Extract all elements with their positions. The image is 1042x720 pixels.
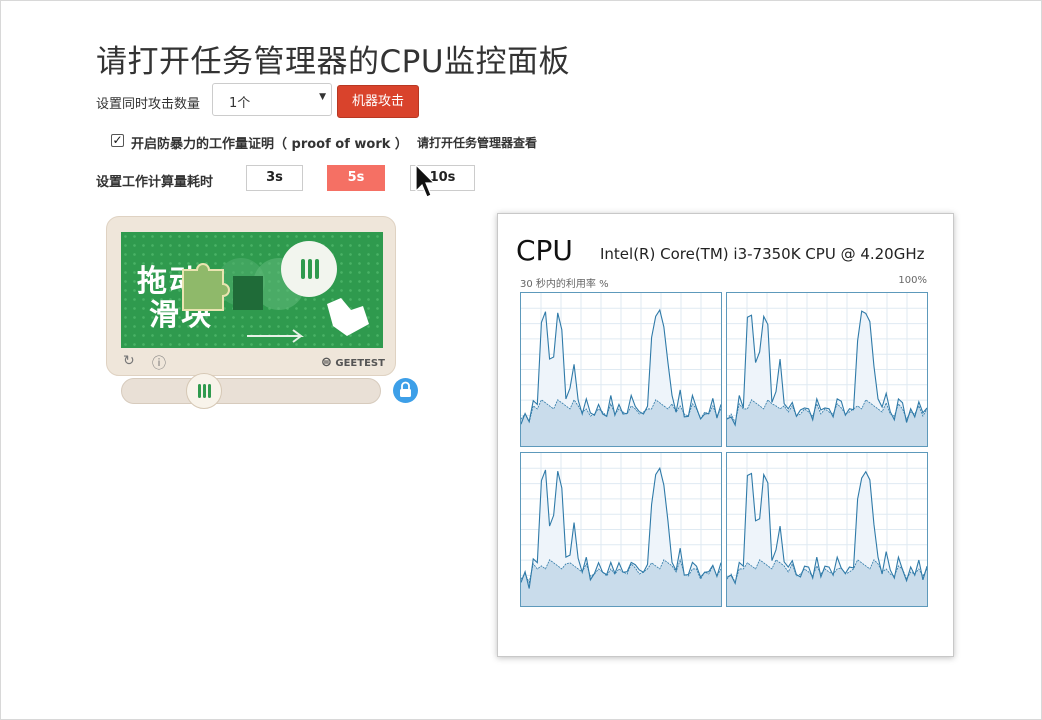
refresh-icon[interactable]: ↻ <box>123 353 135 369</box>
machine-attack-button[interactable]: 机器攻击 <box>337 85 419 118</box>
attack-count-select[interactable]: 1个 ▼ <box>212 83 332 116</box>
chevron-down-icon: ▼ <box>319 92 326 102</box>
geetest-mark-icon: ⊜ <box>321 355 332 370</box>
time-button-3s[interactable]: 3s <box>246 165 303 191</box>
cpu-core-graph-3 <box>520 452 722 607</box>
attack-count-value: 1个 <box>229 96 251 111</box>
geetest-brand: GEETEST <box>335 358 385 369</box>
slider-knob[interactable] <box>186 373 222 409</box>
cpu-title: CPU <box>516 234 573 267</box>
attack-count-label: 设置同时攻击数量 <box>96 97 201 112</box>
slider-track[interactable] <box>121 378 381 404</box>
grip-icon <box>198 384 211 398</box>
cpu-core-graph-2 <box>726 292 928 447</box>
slide-captcha: 拖动 滑块 ↻ ⓘ ⊜ GEETEST <box>106 216 396 376</box>
geetest-logo: ⊜ GEETEST <box>321 355 385 370</box>
task-manager-hint: 请打开任务管理器查看 <box>417 136 538 150</box>
lock-icon <box>393 378 418 403</box>
cpu-max-label: 100% <box>898 275 927 286</box>
puzzle-illustration <box>182 241 369 343</box>
page-title: 请打开任务管理器的CPU监控面板 <box>96 44 571 80</box>
proof-of-work-label: 开启防暴力的工作量证明（ proof of work ） <box>131 137 408 152</box>
cpu-model: Intel(R) Core(TM) i3-7350K CPU @ 4.20GHz <box>600 245 925 263</box>
cpu-core-graph-1 <box>520 292 722 447</box>
cpu-core-graph-4 <box>726 452 928 607</box>
info-icon[interactable]: ⓘ <box>152 353 166 373</box>
mouse-cursor-icon <box>415 163 436 198</box>
captcha-image: 拖动 滑块 <box>121 232 383 348</box>
cpu-utilization-caption: 30 秒内的利用率 % <box>520 279 609 290</box>
proof-of-work-checkbox[interactable]: ✓ <box>111 134 124 147</box>
time-button-5s[interactable]: 5s <box>327 165 385 191</box>
work-time-label: 设置工作计算量耗时 <box>96 175 214 190</box>
cpu-monitor-panel: CPU Intel(R) Core(TM) i3-7350K CPU @ 4.2… <box>497 213 954 657</box>
